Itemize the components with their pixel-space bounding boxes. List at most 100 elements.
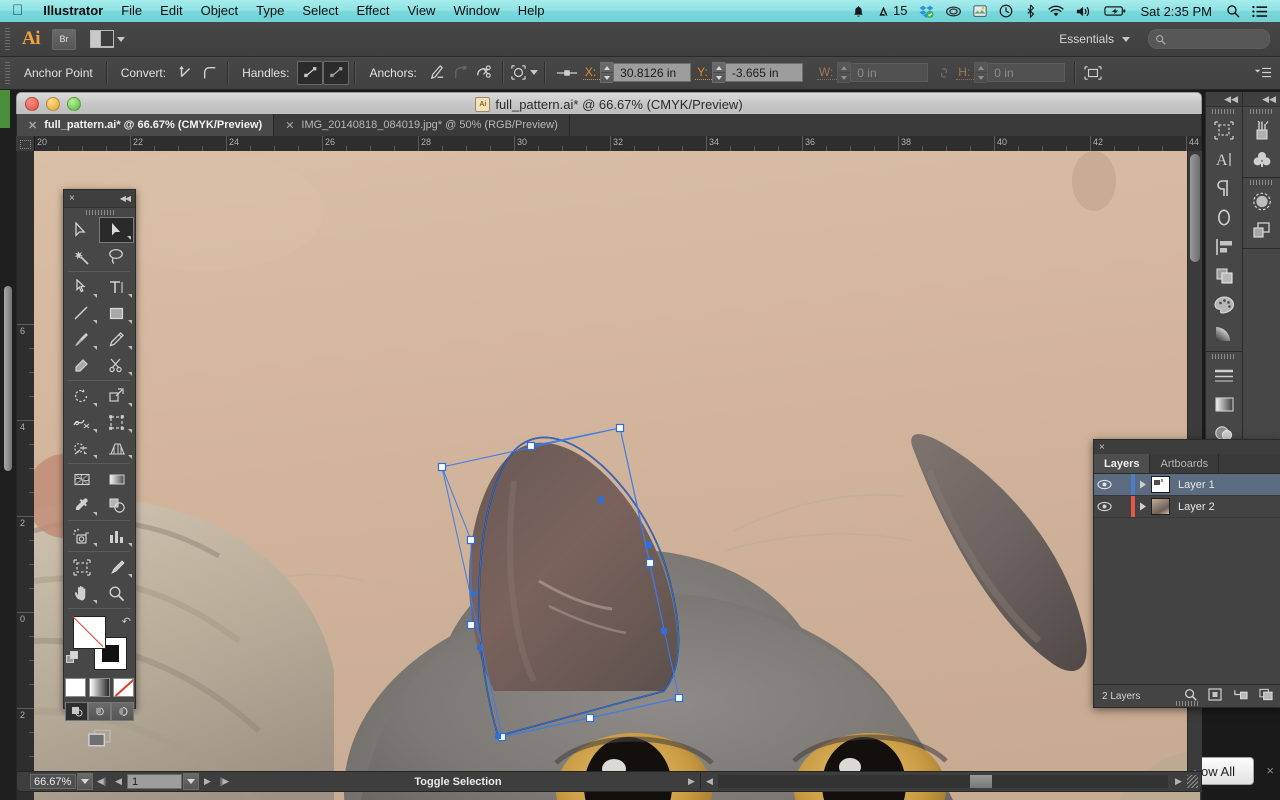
time-machine-icon[interactable] [993,0,1019,22]
tab-artboards[interactable]: Artboards [1150,454,1220,473]
opentype-panel-icon[interactable] [1206,203,1242,232]
create-sublayer-icon[interactable] [1233,688,1248,704]
width-tool[interactable] [64,409,99,435]
ruler-origin-corner[interactable] [16,136,35,151]
brushes-panel-icon[interactable] [1243,116,1280,145]
x-input[interactable]: 30.8126 in [613,63,692,82]
appearance-panel-icon[interactable] [1243,187,1280,216]
help-search-input[interactable] [1148,29,1270,49]
dock-collapse-one[interactable]: ◀◀ [1206,92,1243,107]
notification-bell-icon[interactable] [846,0,871,22]
launch-bridge-button[interactable]: Br [52,28,76,50]
transform-panel-button[interactable] [1081,62,1105,84]
blob-brush-tool[interactable] [64,352,99,378]
zoom-level-input[interactable]: 66.67% [30,774,76,789]
y-input[interactable]: -3.665 in [724,63,803,82]
layer-row-2[interactable]: Layer 2 [1094,496,1280,518]
menu-effect[interactable]: Effect [347,0,398,22]
creative-cloud-icon[interactable] [940,0,967,22]
x-stepper[interactable] [600,62,614,83]
paintbrush-tool[interactable] [64,326,99,352]
align-panel-icon[interactable] [1206,232,1242,261]
canvas-area[interactable] [34,151,1200,800]
vertical-ruler[interactable]: 642024 [16,151,36,800]
battery-icon[interactable] [1098,0,1132,22]
artboard-tool[interactable] [64,554,99,580]
make-clipping-mask-icon[interactable] [1208,688,1222,704]
dock-grip[interactable] [1206,352,1242,361]
constrain-proportions-button[interactable] [932,62,956,84]
y-stepper[interactable] [711,62,725,83]
pencil-tool[interactable] [99,326,134,352]
new-layer-icon[interactable] [1259,688,1273,704]
vertical-scroll-thumb[interactable] [1190,154,1200,262]
canvas-horizontal-scrollbar[interactable] [718,775,1168,788]
cut-path-button[interactable] [473,62,497,84]
slice-tool[interactable] [99,554,134,580]
x-position-field[interactable]: X: 30.8126 in [582,62,692,83]
wifi-icon[interactable] [1042,0,1070,22]
tools-close-icon[interactable]: × [69,193,75,204]
color-panel-icon[interactable] [1206,290,1242,319]
menu-window[interactable]: Window [444,0,508,22]
dropbox-icon[interactable] [913,0,940,22]
column-graph-tool[interactable] [99,523,134,549]
bluetooth-icon[interactable] [1019,0,1042,22]
last-artboard-button[interactable]: |▶ [216,774,233,789]
layer-visibility-icon[interactable] [1094,501,1115,512]
graphic-styles-panel-icon[interactable] [1243,216,1280,245]
artboard-dropdown[interactable] [183,773,199,790]
layer-expand-icon[interactable] [1135,480,1151,489]
gradient-tool[interactable] [99,466,134,492]
free-transform-tool[interactable] [99,409,134,435]
y-position-field[interactable]: Y: -3.665 in [695,62,803,83]
layers-close-icon[interactable]: × [1094,440,1280,454]
dock-grip[interactable] [1206,107,1242,116]
zoom-tool[interactable] [99,580,134,606]
direct-selection-tool[interactable] [99,217,134,243]
dock-collapse-two[interactable]: ◀◀ [1243,92,1280,107]
convert-to-smooth-button[interactable] [198,62,222,84]
workspace-switcher[interactable]: Essentials [1059,29,1280,49]
document-tab-img-jpg[interactable]: ✕ IMG_20140818_084019.jpg* @ 50% (RGB/Pr… [274,114,570,136]
first-artboard-button[interactable]: ◀| [93,774,110,789]
remove-anchor-point-button[interactable] [425,62,449,84]
character-panel-icon[interactable]: A [1206,145,1242,174]
close-tab-icon[interactable]: ✕ [28,119,37,132]
convert-to-corner-button[interactable] [174,62,198,84]
next-artboard-button[interactable]: ▶ [199,774,216,789]
layer-name[interactable]: Layer 2 [1178,501,1215,513]
layer-visibility-icon[interactable] [1094,479,1115,490]
hide-handles-button[interactable] [323,60,350,85]
selection-tool[interactable] [64,217,99,243]
tools-grip[interactable] [64,208,135,217]
layer-row-1[interactable]: Layer 1 [1094,474,1280,496]
menu-help[interactable]: Help [509,0,554,22]
status-menu-button[interactable]: ▶ [683,774,700,789]
menu-select[interactable]: Select [293,0,347,22]
apple-logo-icon[interactable]:  [0,1,34,21]
document-title-bar[interactable]: Ai full_pattern.ai* @ 66.67% (CMYK/Previ… [16,92,1202,115]
menu-view[interactable]: View [399,0,445,22]
close-tab-icon[interactable]: ✕ [285,119,294,132]
symbols-panel-icon[interactable] [1243,145,1280,174]
notification-center-icon[interactable] [1246,0,1274,22]
symbol-sprayer-tool[interactable] [64,523,99,549]
pen-tool[interactable] [64,274,99,300]
eyedropper-tool[interactable] [64,492,99,518]
rotate-tool[interactable] [64,383,99,409]
draw-normal-button[interactable] [65,702,88,721]
app-menu-icon[interactable] [967,0,993,22]
menu-app-illustrator[interactable]: Illustrator [34,0,112,22]
fill-swatch[interactable] [73,616,106,649]
close-overlay-icon[interactable]: × [1266,763,1274,778]
default-fill-stroke-icon[interactable] [66,651,80,670]
control-panel-menu[interactable] [1254,66,1280,79]
connect-anchors-button[interactable] [449,62,473,84]
mesh-tool[interactable] [64,466,99,492]
horizontal-scroll-left-arrow[interactable]: ◀ [701,774,718,789]
gradient-panel-icon[interactable] [1206,319,1242,348]
hand-tool[interactable] [64,580,99,606]
dock-grip[interactable] [1243,107,1280,116]
shape-builder-tool[interactable] [64,435,99,461]
